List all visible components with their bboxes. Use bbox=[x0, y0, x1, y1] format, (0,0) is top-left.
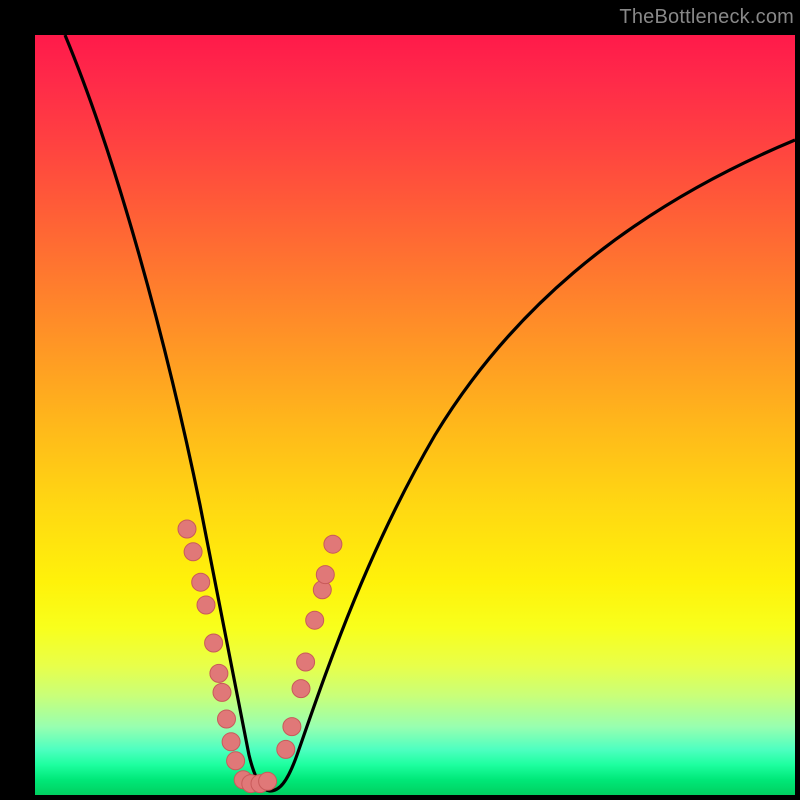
marker-dot bbox=[259, 772, 277, 790]
marker-dot bbox=[227, 752, 245, 770]
marker-dot bbox=[324, 535, 342, 553]
marker-dot bbox=[205, 634, 223, 652]
marker-dot bbox=[292, 680, 310, 698]
plot-area bbox=[35, 35, 795, 795]
watermark-text: TheBottleneck.com bbox=[619, 6, 794, 29]
marker-dot bbox=[210, 664, 228, 682]
marker-group bbox=[178, 520, 342, 793]
curve-layer bbox=[35, 35, 795, 795]
marker-dot bbox=[184, 543, 202, 561]
marker-dot bbox=[178, 520, 196, 538]
chart-stage: TheBottleneck.com bbox=[0, 0, 800, 800]
marker-dot bbox=[277, 740, 295, 758]
marker-dot bbox=[192, 573, 210, 591]
marker-dot bbox=[218, 710, 236, 728]
marker-dot bbox=[297, 653, 315, 671]
marker-dot bbox=[222, 733, 240, 751]
bottleneck-curve bbox=[65, 35, 795, 791]
marker-dot bbox=[213, 683, 231, 701]
marker-dot bbox=[306, 611, 324, 629]
marker-dot bbox=[316, 566, 334, 584]
marker-dot bbox=[283, 718, 301, 736]
marker-dot bbox=[197, 596, 215, 614]
